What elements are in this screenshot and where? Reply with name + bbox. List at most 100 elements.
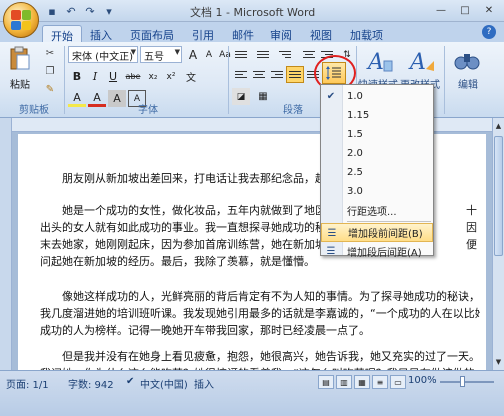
page-indicator[interactable]: 页面: 1/1 xyxy=(6,376,49,391)
help-icon[interactable]: ? xyxy=(482,25,496,39)
ribbon-tabs: 开始 插入 页面布局 引用 邮件 审阅 视图 加载项 ? xyxy=(0,22,504,43)
clear-format-button[interactable]: 文 xyxy=(182,68,200,85)
spelling-icon[interactable]: ✔ xyxy=(126,376,134,387)
close-button[interactable]: ✕ xyxy=(478,2,500,18)
superscript-button[interactable]: x² xyxy=(162,68,180,85)
scroll-down-icon[interactable]: ▼ xyxy=(493,356,504,368)
tab-review[interactable]: 审阅 xyxy=(262,25,300,42)
office-button[interactable] xyxy=(3,2,39,38)
quick-access-toolbar: ▪ ↶ ↷ ▾ xyxy=(44,3,117,19)
justify-icon[interactable] xyxy=(286,66,304,83)
view-buttons: ▤ ▥ ▦ ≡ ▭ xyxy=(318,375,406,389)
word-count[interactable]: 字数: 942 xyxy=(68,376,114,391)
menu-item-spacing-2-5[interactable]: 2.5 xyxy=(321,163,433,182)
scroll-up-icon[interactable]: ▲ xyxy=(493,120,504,132)
checkmark-icon: ✔ xyxy=(326,91,336,102)
change-styles-icon[interactable]: A xyxy=(404,46,438,76)
text-line: 成功的人为榜样。记得一晚她开车带我回家，那时已经凌晨一点了。 xyxy=(40,324,370,337)
subscript-button[interactable]: x₂ xyxy=(144,68,162,85)
svg-text:A: A xyxy=(408,50,426,75)
text-fragment: 便 xyxy=(466,238,477,251)
menu-item-label: 增加段前间距(B) xyxy=(348,229,423,240)
language-indicator[interactable]: 中文(中国) xyxy=(140,376,188,391)
align-center-icon[interactable] xyxy=(250,66,268,83)
font-size-value: 五号 xyxy=(144,52,164,63)
text-line: 我几度溜进她的培训班听课。我发现她引用最多的话就是李嘉诚的，“一个成功的人在以比… xyxy=(40,307,480,320)
clipboard-group-label: 剪贴板 xyxy=(19,105,49,116)
paste-label: 粘贴 xyxy=(10,80,30,91)
insert-mode-indicator[interactable]: 插入 xyxy=(194,376,214,391)
font-name-combo[interactable]: 宋体 (中文正) ▼ xyxy=(68,46,138,63)
paste-icon[interactable] xyxy=(6,44,34,72)
underline-button[interactable]: U xyxy=(104,68,122,85)
editing-label: 编辑 xyxy=(458,80,478,91)
svg-text:A: A xyxy=(366,50,384,75)
maximize-button[interactable]: □ xyxy=(454,2,476,18)
cut-icon[interactable]: ✂ xyxy=(42,46,58,60)
paragraph-3: 像她这样成功的人，光鲜亮丽的背后肯定有不为人知的事情。为了探寻她成功的秘诀， 我… xyxy=(40,288,480,339)
vertical-ruler[interactable] xyxy=(0,118,12,370)
menu-item-label: 3.0 xyxy=(347,186,363,197)
text-fragment: 十 xyxy=(466,204,477,217)
format-painter-icon[interactable]: ✎ xyxy=(42,82,58,96)
tab-home[interactable]: 开始 xyxy=(42,25,82,43)
text-fragment: 因 xyxy=(466,221,477,234)
menu-item-label: 2.5 xyxy=(347,167,363,178)
decrease-indent-icon[interactable] xyxy=(300,46,318,63)
menu-item-label: 1.15 xyxy=(347,110,370,121)
space-after-icon: ☰ xyxy=(326,246,336,257)
quick-styles-icon[interactable]: A xyxy=(362,46,396,76)
status-bar: 页面: 1/1 字数: 942 ✔ 中文(中国) 插入 ▤ ▥ ▦ ≡ ▭ 10… xyxy=(0,370,504,416)
tab-insert[interactable]: 插入 xyxy=(82,25,120,42)
menu-item-spacing-1-5[interactable]: 1.5 xyxy=(321,125,433,144)
menu-item-spacing-1-15[interactable]: 1.15 xyxy=(321,106,433,125)
menu-item-spacing-3-0[interactable]: 3.0 xyxy=(321,182,433,201)
office-logo-icon xyxy=(11,10,31,30)
undo-icon[interactable]: ↶ xyxy=(63,3,79,19)
tab-references[interactable]: 引用 xyxy=(184,25,222,42)
outline-icon[interactable]: ≡ xyxy=(372,375,388,389)
print-layout-icon[interactable]: ▤ xyxy=(318,375,334,389)
menu-item-spacing-2-0[interactable]: 2.0 xyxy=(321,144,433,163)
bold-button[interactable]: B xyxy=(68,68,86,85)
menu-item-label: 增加段后间距(A) xyxy=(347,248,422,259)
bullets-icon[interactable] xyxy=(232,46,250,63)
scrollbar-thumb[interactable] xyxy=(494,136,503,256)
font-group-label: 字体 xyxy=(138,105,158,116)
menu-item-add-space-before[interactable]: ☰ 增加段前间距(B) xyxy=(321,223,433,242)
italic-button[interactable]: I xyxy=(86,68,104,85)
title-bar: ▪ ↶ ↷ ▾ 文档 1 - Microsoft Word — □ ✕ xyxy=(0,0,504,38)
multilevel-list-icon[interactable] xyxy=(276,46,294,63)
line-spacing-menu: ✔ 1.0 1.15 1.5 2.0 2.5 3.0 行距选项... ☰ 增加段… xyxy=(320,84,434,259)
save-icon[interactable]: ▪ xyxy=(44,3,60,19)
vertical-scrollbar[interactable]: ▲ ▼ xyxy=(492,118,504,370)
dropdown-icon[interactable]: ▾ xyxy=(101,3,117,19)
web-layout-icon[interactable]: ▦ xyxy=(354,375,370,389)
redo-icon[interactable]: ↷ xyxy=(82,3,98,19)
align-left-icon[interactable] xyxy=(232,66,250,83)
text-line: 但是我并没有在她身上看见疲惫，抱怨，她很高兴，她告诉我，她又充实的过了一天。 xyxy=(62,350,480,363)
tab-page-layout[interactable]: 页面布局 xyxy=(122,25,182,42)
align-right-icon[interactable] xyxy=(268,66,286,83)
draft-icon[interactable]: ▭ xyxy=(390,375,406,389)
tab-mailings[interactable]: 邮件 xyxy=(224,25,262,42)
space-before-icon: ☰ xyxy=(327,228,337,239)
zoom-level[interactable]: 100% xyxy=(408,375,437,386)
strikethrough-button[interactable]: abe xyxy=(124,68,142,85)
full-screen-reading-icon[interactable]: ▥ xyxy=(336,375,352,389)
menu-item-label: 1.0 xyxy=(347,91,363,102)
zoom-slider-thumb[interactable] xyxy=(460,376,465,387)
minimize-button[interactable]: — xyxy=(430,2,452,18)
zoom-slider-track[interactable] xyxy=(440,381,494,383)
find-binoculars-icon[interactable] xyxy=(452,46,482,74)
menu-item-label: 2.0 xyxy=(347,148,363,159)
tab-addins[interactable]: 加载项 xyxy=(342,25,391,42)
menu-item-add-space-after[interactable]: ☰ 增加段后间距(A) xyxy=(321,242,433,261)
copy-icon[interactable]: ❐ xyxy=(42,64,58,78)
menu-item-spacing-1-0[interactable]: ✔ 1.0 xyxy=(321,87,433,106)
font-size-combo[interactable]: 五号 ▼ xyxy=(140,46,182,63)
menu-item-line-spacing-options[interactable]: 行距选项... xyxy=(321,201,433,220)
tab-view[interactable]: 视图 xyxy=(302,25,340,42)
numbering-icon[interactable] xyxy=(254,46,272,63)
chevron-down-icon: ▼ xyxy=(130,48,136,56)
